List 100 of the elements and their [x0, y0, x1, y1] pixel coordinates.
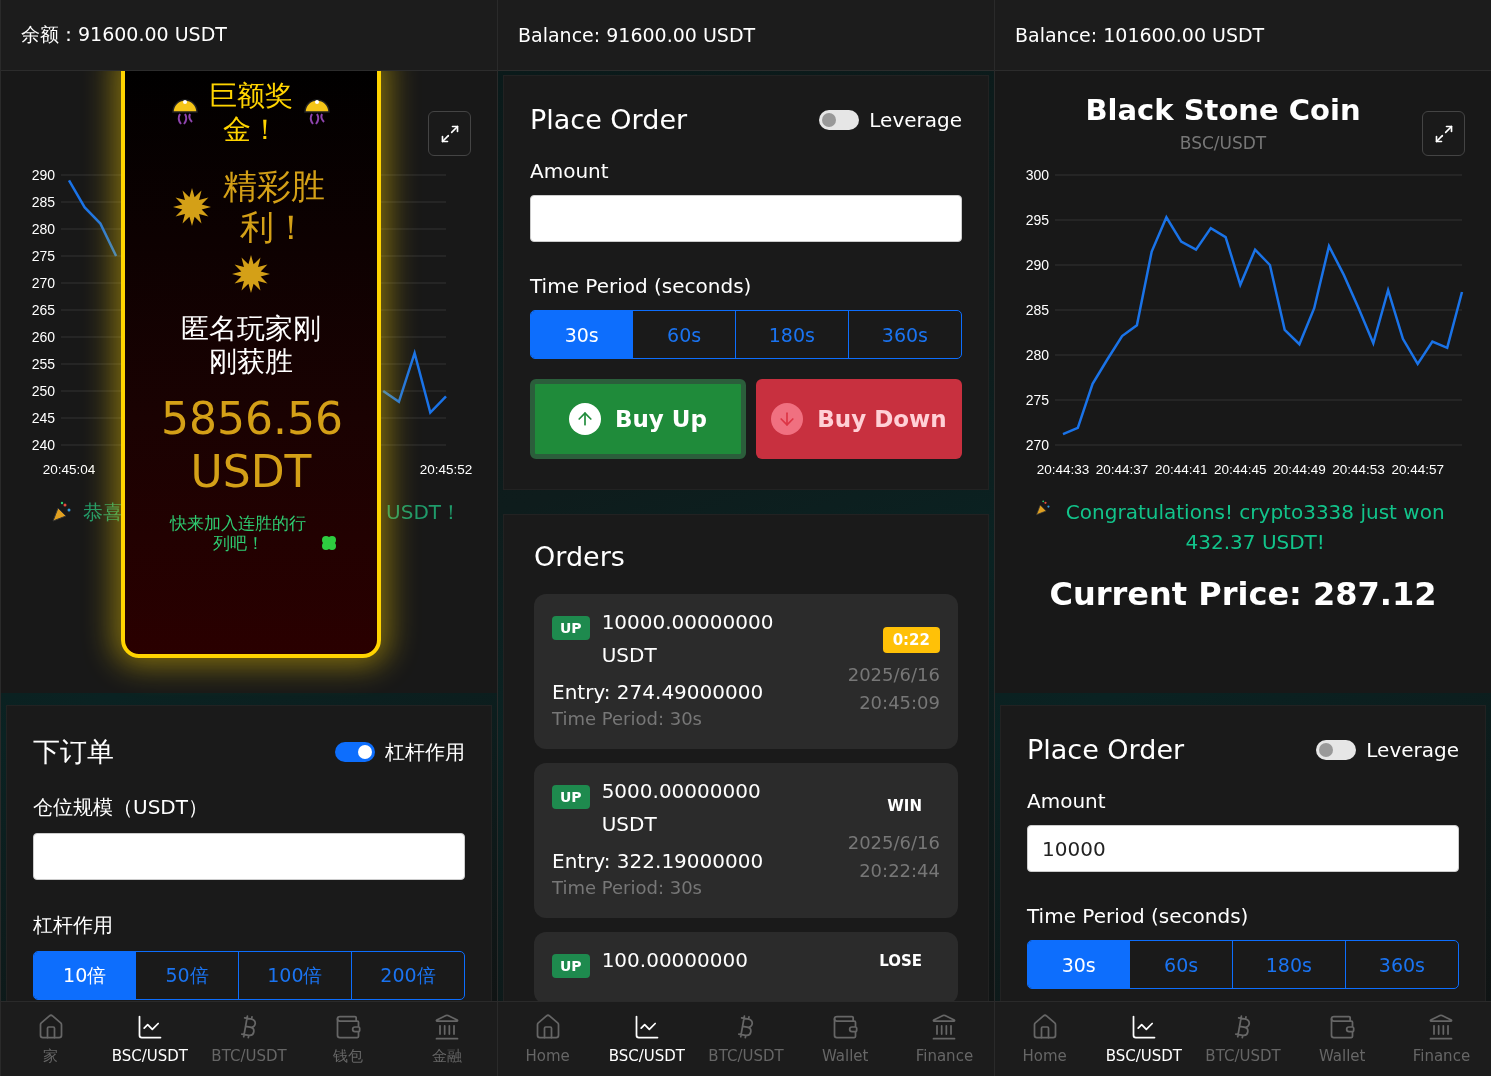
form-title: Place Order [530, 104, 688, 135]
field-label: 杠杆作用 [33, 912, 114, 939]
axis-label: 20:44:37 [1095, 462, 1148, 477]
leverage-toggle[interactable] [335, 742, 375, 762]
current-price: Current Price: 287.12 [1049, 575, 1437, 613]
toggle-label: 杠杆作用 [385, 738, 465, 766]
nav-item[interactable]: 钱包 [298, 1002, 398, 1076]
axis-label: 275 [31, 248, 55, 264]
expand-icon [439, 123, 460, 144]
nav-item[interactable]: Finance [1391, 1002, 1491, 1076]
pair-label: BSC/USDT [1179, 133, 1267, 155]
nav-icon [1328, 1013, 1357, 1041]
leverage-toggle[interactable] [819, 109, 860, 130]
option-tab[interactable]: 60s [1129, 941, 1232, 988]
field-label: Time Period (seconds) [1027, 904, 1250, 928]
option-tab[interactable]: 180s [734, 311, 848, 358]
axis-label: 270 [1025, 437, 1049, 453]
field-label: 仓位规模（USDT） [33, 794, 209, 821]
direction-badge: UP [552, 954, 590, 978]
amount-field[interactable] [530, 195, 962, 242]
balance-label: Balance: 91600.00 USDT [518, 24, 756, 46]
axis-label: 20:44:45 [1213, 462, 1267, 477]
axis-label: 20:44:41 [1154, 462, 1207, 477]
popup-headline: 巨额奖金！ [208, 79, 294, 147]
popup-subhead: 精彩胜利！ [222, 166, 326, 248]
nav-item[interactable]: Wallet [1292, 1002, 1392, 1076]
fullscreen-button[interactable] [1422, 111, 1465, 156]
popup-amount: 5856.56 USDT [161, 392, 343, 497]
field-label: Amount [530, 159, 610, 183]
nav-item[interactable]: BSC/USDT [1094, 1002, 1194, 1076]
nav-item[interactable]: Finance [894, 1002, 994, 1076]
coin-title: Black Stone Coin [1085, 93, 1361, 129]
order-time: 20:22:44 [859, 858, 940, 883]
axis-label: 285 [31, 194, 55, 210]
option-tab[interactable]: 100倍 [237, 952, 351, 999]
axis-label: 240 [31, 437, 55, 453]
field-label: Amount [1027, 789, 1107, 813]
expand-icon [1433, 123, 1454, 144]
axis-label: 265 [31, 302, 55, 318]
order-time: 20:45:09 [859, 690, 940, 715]
nav-item[interactable]: Home [498, 1002, 598, 1076]
option-tab[interactable]: 60s [632, 311, 735, 358]
axis-label: 20:45:52 [419, 462, 472, 477]
axis-label: 20:44:33 [1036, 462, 1089, 477]
option-tab[interactable]: 360s [847, 311, 961, 358]
fullscreen-button[interactable] [428, 111, 471, 156]
direction-badge: UP [552, 616, 590, 640]
time-period: Time Period: 30s [552, 708, 703, 729]
result-label: WIN [887, 796, 922, 815]
win-ticker: Congratulations! crypto3338 just won 432.37 USDT! [1064, 499, 1446, 556]
axis-label: 20:45:04 [42, 462, 95, 477]
nav-item[interactable]: Home [995, 1002, 1095, 1076]
order-amount: 10000.00000000 USDT [601, 609, 775, 669]
order-date: 2025/6/16 [847, 830, 940, 855]
leverage-toggle[interactable] [1316, 739, 1357, 760]
axis-label: 20:44:57 [1390, 462, 1444, 477]
order-amount: 5000.00000000 USDT [601, 778, 762, 838]
amount-field[interactable]: 10000 [1027, 825, 1459, 872]
option-tab[interactable]: 30s [531, 311, 633, 358]
field-label: Time Period (seconds) [530, 274, 753, 298]
axis-label: 300 [1025, 167, 1049, 183]
nav-icon [831, 1013, 860, 1041]
nav-item[interactable]: BSC/USDT [597, 1002, 697, 1076]
toggle-label: Leverage [1366, 737, 1459, 762]
direction-badge: UP [552, 785, 590, 809]
axis-label: 270 [31, 275, 55, 291]
option-tab[interactable]: 30s [1028, 941, 1130, 988]
option-tab[interactable]: 360s [1344, 941, 1458, 988]
nav-item[interactable]: Wallet [795, 1002, 895, 1076]
result-label: LOSE [879, 952, 922, 970]
nav-item[interactable]: BSC/USDT [100, 1002, 200, 1076]
starburst-icon [172, 187, 212, 227]
popup-cta: 快来加入连胜的行列吧！ [168, 512, 307, 554]
nav-item[interactable]: 家 [1, 1002, 101, 1076]
nav-item[interactable]: 金融 [397, 1002, 497, 1076]
nav-item[interactable]: BTC/USDT [199, 1002, 299, 1076]
option-tab[interactable]: 10倍 [34, 952, 136, 999]
popup-message: 匿名玩家刚刚获胜 [181, 311, 321, 379]
axis-label: 285 [1025, 302, 1049, 318]
nav-item[interactable]: BTC/USDT [1193, 1002, 1293, 1076]
win-ticker: 恭喜 [83, 499, 123, 526]
order-date: 2025/6/16 [847, 662, 940, 687]
party-popper-icon [51, 501, 73, 523]
axis-label: 280 [31, 221, 55, 237]
axis-label: 295 [1025, 212, 1049, 228]
option-tab[interactable]: 180s [1231, 941, 1345, 988]
buy-up-button[interactable]: Buy Up [530, 379, 746, 459]
form-title: 下订单 [33, 735, 114, 769]
entry-price: Entry: 322.19000000 [552, 849, 765, 873]
amount-field[interactable] [33, 833, 465, 880]
option-tab[interactable]: 200倍 [350, 952, 464, 999]
win-ticker: USDT！ [386, 499, 461, 526]
form-title: Place Order [1027, 734, 1185, 765]
countdown-badge: 0:22 [882, 626, 940, 653]
nav-item[interactable]: BTC/USDT [696, 1002, 796, 1076]
axis-label: 245 [31, 410, 55, 426]
option-tab[interactable]: 50倍 [135, 952, 238, 999]
balance-label: 余额：91600.00 USDT [21, 22, 227, 47]
axis-label: 290 [1025, 257, 1049, 273]
axis-label: 20:44:53 [1331, 462, 1385, 477]
